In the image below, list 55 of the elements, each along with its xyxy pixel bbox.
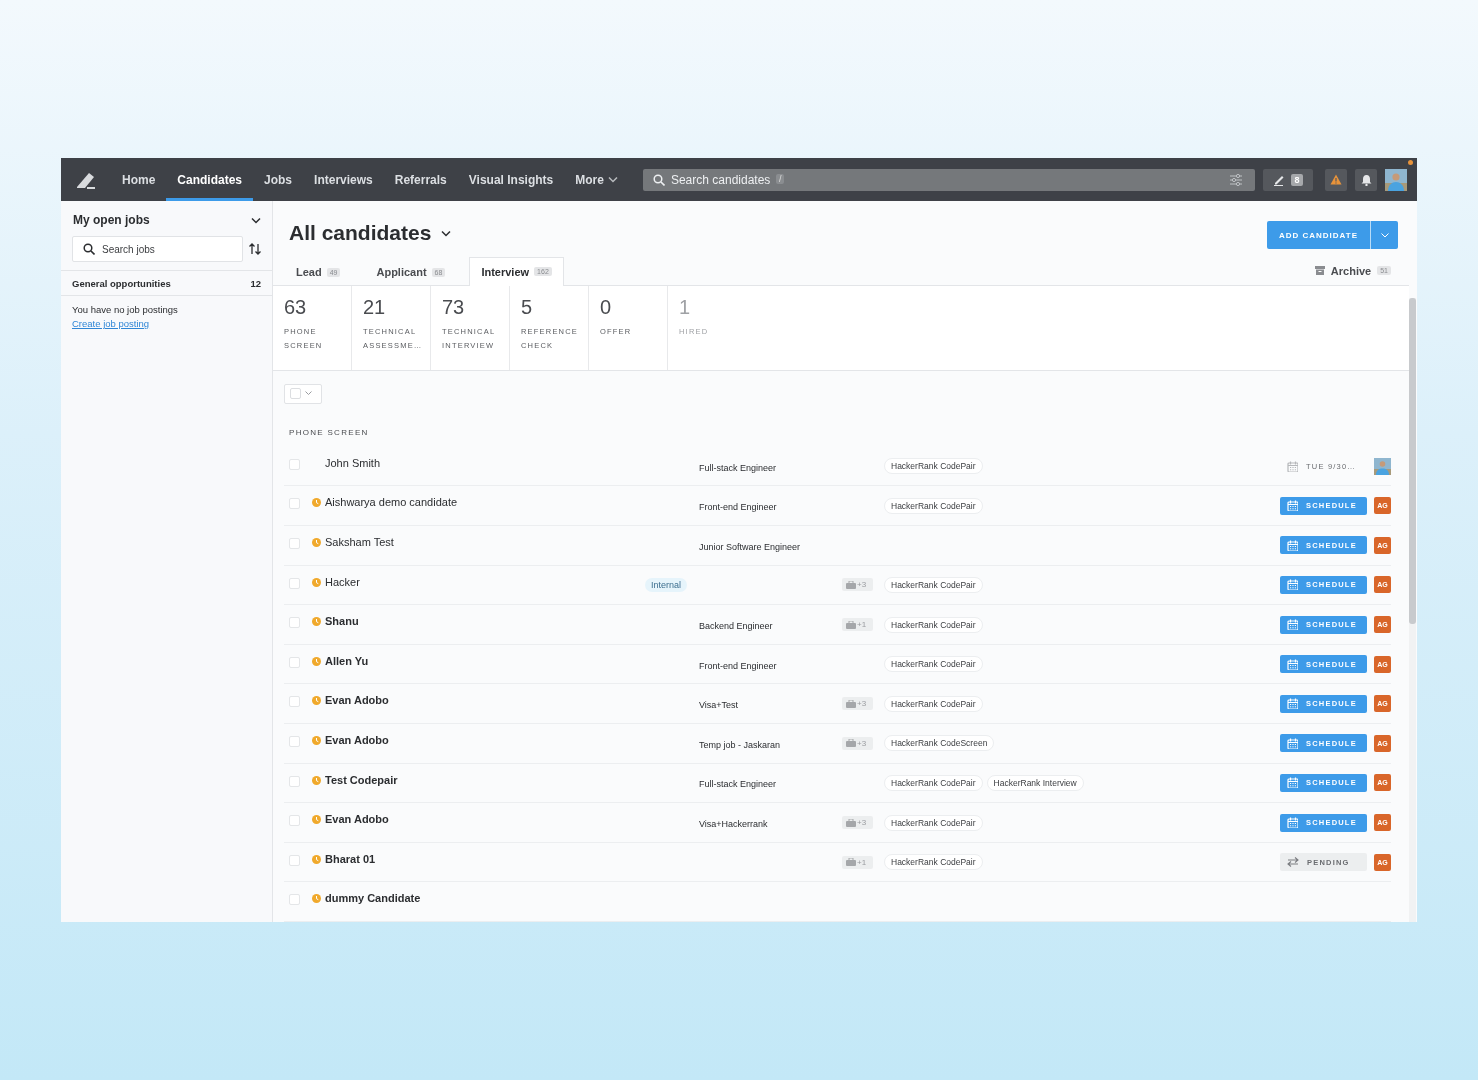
- candidate-name[interactable]: Hacker: [325, 575, 360, 588]
- candidate-name[interactable]: Saksham Test: [325, 536, 394, 549]
- empty-message: You have no job postings: [71, 303, 179, 315]
- candidate-name[interactable]: Evan Adobo: [325, 813, 389, 826]
- view-title-dropdown[interactable]: All candidates: [289, 221, 453, 245]
- assessment-tag: HackerRank CodePair: [884, 774, 983, 791]
- count-badge: 8: [1291, 173, 1303, 186]
- job-title: Visa+Test: [699, 700, 740, 711]
- candidate-name[interactable]: Evan Adobo: [325, 734, 389, 747]
- assessment-tag: HackerRank CodePair: [884, 458, 983, 475]
- candidate-name[interactable]: Shanu: [325, 615, 359, 628]
- assessment-tag: HackerRank Interview: [986, 774, 1084, 791]
- candidate-name[interactable]: Allen Yu: [325, 654, 369, 667]
- search-field[interactable]: Search jobs: [72, 236, 243, 262]
- job-title: Visa+Hackerrank: [699, 819, 769, 829]
- job-title: Full-stack Engineer: [699, 462, 778, 473]
- assessment-tag: HackerRank CodePair: [884, 695, 983, 712]
- create-job-link[interactable]: Create job posting: [72, 318, 150, 329]
- candidate-name[interactable]: Evan Adobo: [325, 694, 389, 707]
- jobs-count-badge: +3: [842, 736, 873, 750]
- nav-tab[interactable]: More: [564, 158, 629, 201]
- nav-tab[interactable]: Interviews: [303, 158, 384, 201]
- jobs-count-badge: +1: [842, 618, 873, 632]
- job-title: Temp job - Jaskaran: [699, 739, 782, 750]
- jobs-count-badge: +3: [842, 816, 873, 829]
- job-title: Front-end Engineer: [699, 502, 778, 513]
- job-title: Junior Software Engineer: [699, 541, 802, 552]
- nav-tab[interactable]: Home: [111, 158, 167, 201]
- assessment-tag: HackerRank CodePair: [884, 854, 983, 871]
- assessment-tag: HackerRank CodePair: [884, 497, 983, 514]
- group-label[interactable]: General opportunities: [72, 278, 171, 289]
- candidate-name[interactable]: Test Codepair: [325, 773, 398, 786]
- group-count: 12: [250, 278, 261, 289]
- job-title: Front-end Engineer: [699, 660, 778, 671]
- assessment-tag: HackerRank CodePair: [884, 576, 983, 593]
- section-heading: PHONE SCREEN: [289, 427, 370, 437]
- candidate-name[interactable]: Aishwarya demo candidate: [325, 496, 458, 509]
- nav-tab[interactable]: Visual Insights: [457, 158, 565, 201]
- nav-tab[interactable]: Jobs: [253, 158, 304, 201]
- assessment-tag: HackerRank CodeScreen: [884, 735, 995, 752]
- jobs-dropdown[interactable]: My open jobs: [73, 213, 150, 227]
- assessment-tag: HackerRank CodePair: [884, 616, 983, 633]
- job-title: Backend Engineer: [699, 621, 774, 632]
- candidate-name[interactable]: Bharat 01: [325, 852, 376, 865]
- jobs-count-badge: +1: [842, 855, 873, 869]
- shortcut-key: /: [775, 173, 785, 184]
- nav-tab[interactable]: Referrals: [383, 158, 458, 201]
- jobs-count-badge: +3: [842, 697, 873, 711]
- candidate-name[interactable]: John Smith: [325, 456, 381, 469]
- assessment-tag: HackerRank CodePair: [884, 656, 983, 673]
- assessment-tag: HackerRank CodePair: [884, 814, 983, 831]
- job-title: Full-stack Engineer: [699, 779, 778, 790]
- jobs-count-badge: +3: [842, 578, 873, 592]
- candidate-name[interactable]: dummy Candidate: [325, 892, 421, 905]
- internal-badge: Internal: [645, 577, 688, 592]
